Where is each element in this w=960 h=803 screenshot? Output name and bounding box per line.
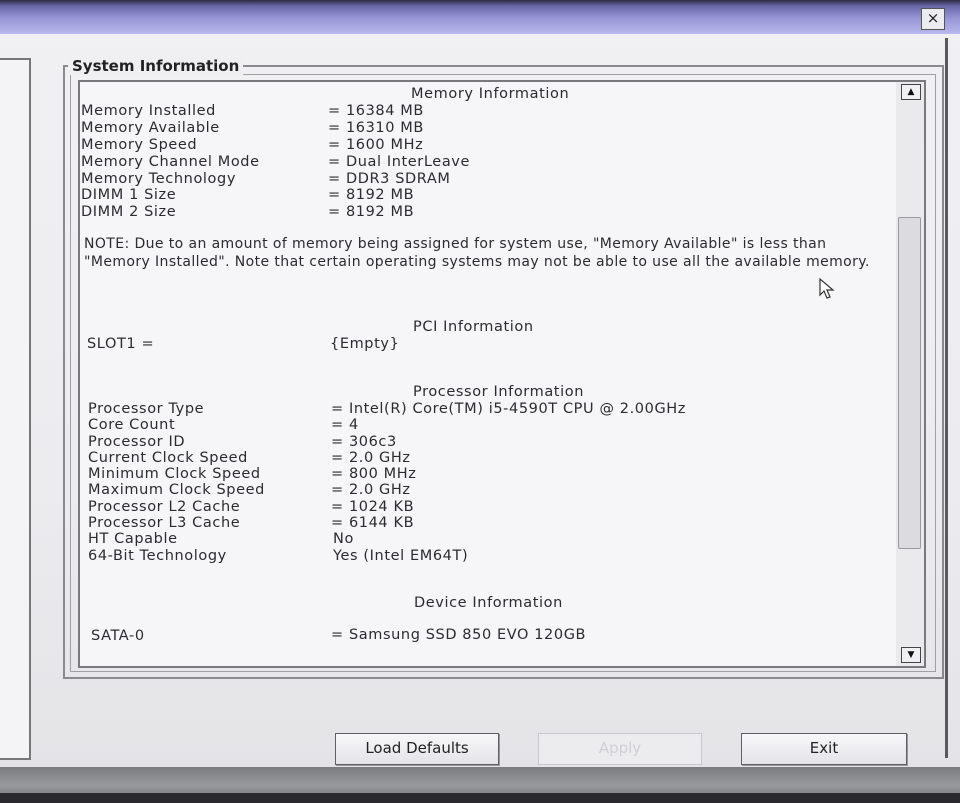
close-button[interactable]: × [921, 8, 945, 30]
info-value: No [333, 531, 354, 547]
info-value: = Intel(R) Core(TM) i5-4590T CPU @ 2.00G… [331, 401, 686, 417]
load-defaults-button[interactable]: Load Defaults [335, 733, 499, 765]
info-content-pane: Memory Information Memory Installed = 16… [78, 80, 898, 668]
info-value: Yes (Intel EM64T) [333, 548, 469, 564]
info-label: Processor ID [88, 434, 186, 450]
scrollbar-thumb[interactable] [898, 217, 921, 549]
info-value: = 4 [331, 417, 359, 433]
title-bar [0, 0, 960, 34]
info-value: {Empty} [330, 336, 400, 352]
info-label: Current Clock Speed [88, 450, 248, 466]
info-value: = 306c3 [331, 434, 397, 450]
info-value: = Samsung SSD 850 EVO 120GB [331, 627, 587, 643]
info-label: Minimum Clock Speed [88, 466, 261, 482]
info-label: Memory Speed [81, 137, 198, 153]
info-label: SLOT1 = [87, 336, 155, 352]
vertical-scrollbar[interactable]: ▲ ▼ [896, 80, 926, 668]
device-header: Device Information [414, 595, 563, 611]
processor-header: Processor Information [413, 384, 584, 400]
memory-note: NOTE: Due to an amount of memory being a… [84, 236, 870, 270]
apply-button[interactable]: Apply [538, 733, 702, 765]
memory-header: Memory Information [411, 86, 570, 102]
info-label: Core Count [88, 417, 176, 433]
info-value: = 6144 KB [331, 515, 415, 531]
info-label: Processor L2 Cache [88, 499, 241, 515]
info-label: SATA-0 [91, 628, 145, 644]
info-value: = Dual InterLeave [328, 154, 471, 170]
mouse-pointer-icon [819, 278, 835, 299]
info-label: Maximum Clock Speed [88, 482, 265, 498]
info-label: DIMM 2 Size [81, 204, 177, 220]
info-value: = 8192 MB [328, 204, 415, 220]
info-value: = 8192 MB [328, 187, 415, 203]
info-value: = 800 MHz [331, 466, 417, 482]
info-value: = 2.0 GHz [331, 450, 411, 466]
info-value: = 1600 MHz [328, 137, 424, 153]
info-value: = 1024 KB [331, 499, 415, 515]
info-value: = 2.0 GHz [331, 482, 411, 498]
info-value: = 16384 MB [328, 103, 424, 119]
info-value: = 16310 MB [328, 120, 424, 136]
info-label: DIMM 1 Size [81, 187, 177, 203]
info-label: Processor Type [88, 401, 205, 417]
info-label: Memory Technology [81, 171, 237, 187]
info-label: Memory Installed [81, 103, 216, 119]
info-value: = DDR3 SDRAM [328, 171, 451, 187]
window-edge [945, 38, 948, 758]
info-label: Processor L3 Cache [88, 515, 241, 531]
monitor-bezel [0, 793, 960, 803]
scroll-down-button[interactable]: ▼ [901, 647, 921, 663]
group-title: System Information [68, 57, 244, 75]
info-label: 64-Bit Technology [88, 548, 227, 564]
info-label: Memory Available [81, 120, 220, 136]
exit-button[interactable]: Exit [741, 733, 907, 765]
left-nav-panel[interactable] [0, 58, 31, 760]
scroll-up-button[interactable]: ▲ [901, 84, 921, 100]
pci-header: PCI Information [413, 319, 534, 335]
info-label: Memory Channel Mode [81, 154, 260, 170]
info-label: HT Capable [88, 531, 178, 547]
bios-screen: × System Information Memory Information … [0, 0, 960, 803]
